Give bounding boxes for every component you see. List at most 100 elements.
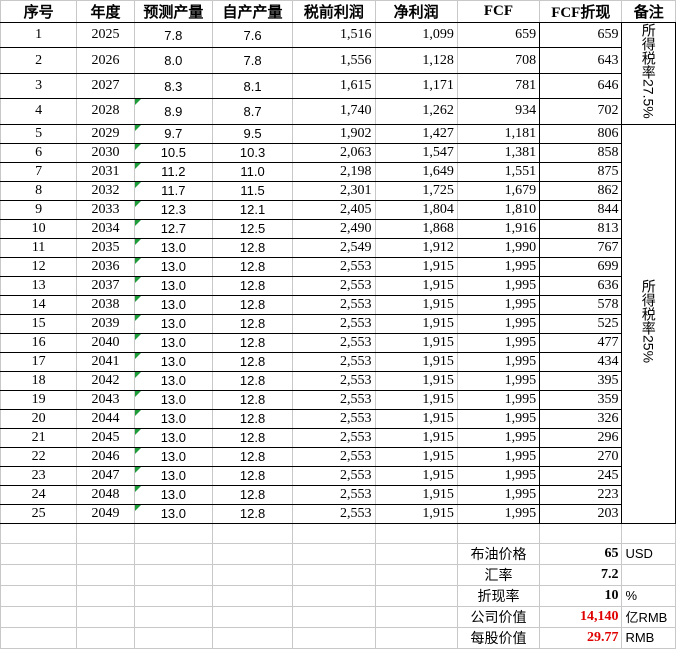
summary-value[interactable]: 10 — [539, 584, 623, 607]
cell-seq[interactable]: 3 — [0, 72, 78, 100]
cell-self-output[interactable]: 7.6 — [211, 21, 294, 49]
cell-fcf[interactable]: 1,181 — [456, 123, 541, 144]
cell-year[interactable]: 2042 — [76, 370, 135, 391]
empty-cell[interactable] — [0, 605, 78, 628]
cell-fcf[interactable]: 659 — [456, 21, 541, 49]
cell-self-output[interactable]: 12.8 — [211, 370, 294, 391]
cell-predicted-output[interactable]: 9.7 — [133, 123, 213, 144]
cell-net-profit[interactable]: 1,649 — [374, 161, 458, 182]
cell-fcf[interactable]: 1,995 — [456, 294, 541, 315]
cell-net-profit[interactable]: 1,725 — [374, 180, 458, 201]
cell-fcf-discounted[interactable]: 245 — [539, 465, 623, 486]
cell-year[interactable]: 2036 — [76, 256, 135, 277]
cell-fcf-discounted[interactable]: 359 — [539, 389, 623, 410]
cell-seq[interactable]: 16 — [0, 332, 78, 353]
cell-pretax-profit[interactable]: 2,549 — [292, 237, 376, 258]
cell-fcf[interactable]: 1,995 — [456, 313, 541, 334]
cell-pretax-profit[interactable]: 1,516 — [292, 21, 376, 49]
empty-cell[interactable] — [0, 563, 78, 586]
empty-cell[interactable] — [374, 542, 458, 565]
cell-predicted-output[interactable]: 13.0 — [133, 256, 213, 277]
cell-year[interactable]: 2043 — [76, 389, 135, 410]
cell-fcf[interactable]: 1,679 — [456, 180, 541, 201]
note-tax-rate-second[interactable]: 所得税率25% — [621, 123, 676, 524]
cell-year[interactable]: 2040 — [76, 332, 135, 353]
cell-seq[interactable]: 20 — [0, 408, 78, 429]
cell-self-output[interactable]: 12.8 — [211, 351, 294, 372]
empty-cell[interactable] — [374, 605, 458, 628]
cell-year[interactable]: 2037 — [76, 275, 135, 296]
cell-pretax-profit[interactable]: 1,740 — [292, 98, 376, 125]
empty-cell[interactable] — [76, 542, 135, 565]
cell-pretax-profit[interactable]: 2,553 — [292, 484, 376, 505]
cell-fcf[interactable]: 1,916 — [456, 218, 541, 239]
cell-fcf[interactable]: 1,995 — [456, 256, 541, 277]
cell-self-output[interactable]: 12.8 — [211, 446, 294, 467]
cell-net-profit[interactable]: 1,427 — [374, 123, 458, 144]
cell-year[interactable]: 2025 — [76, 21, 135, 49]
cell-pretax-profit[interactable]: 1,902 — [292, 123, 376, 144]
cell-fcf[interactable]: 1,551 — [456, 161, 541, 182]
cell-fcf[interactable]: 1,995 — [456, 332, 541, 353]
cell-predicted-output[interactable]: 13.0 — [133, 465, 213, 486]
empty-cell[interactable] — [292, 626, 376, 649]
cell-fcf-discounted[interactable]: 395 — [539, 370, 623, 391]
cell-pretax-profit[interactable]: 2,553 — [292, 256, 376, 277]
cell-self-output[interactable]: 12.8 — [211, 503, 294, 524]
empty-cell[interactable] — [133, 626, 213, 649]
cell-net-profit[interactable]: 1,804 — [374, 199, 458, 220]
cell-net-profit[interactable]: 1,915 — [374, 389, 458, 410]
cell-seq[interactable]: 9 — [0, 199, 78, 220]
summary-unit[interactable]: USD — [621, 542, 676, 565]
cell-fcf-discounted[interactable]: 659 — [539, 21, 623, 49]
cell-net-profit[interactable]: 1,171 — [374, 72, 458, 100]
cell-fcf[interactable]: 708 — [456, 47, 541, 74]
cell-fcf[interactable]: 781 — [456, 72, 541, 100]
cell-year[interactable]: 2047 — [76, 465, 135, 486]
cell-net-profit[interactable]: 1,915 — [374, 503, 458, 524]
cell-self-output[interactable]: 12.8 — [211, 408, 294, 429]
cell-fcf[interactable]: 1,995 — [456, 503, 541, 524]
cell-pretax-profit[interactable]: 2,553 — [292, 370, 376, 391]
cell-pretax-profit[interactable]: 2,553 — [292, 408, 376, 429]
cell-fcf[interactable]: 1,995 — [456, 465, 541, 486]
cell-seq[interactable]: 7 — [0, 161, 78, 182]
cell-pretax-profit[interactable]: 2,490 — [292, 218, 376, 239]
cell-pretax-profit[interactable]: 2,301 — [292, 180, 376, 201]
summary-unit[interactable] — [621, 563, 676, 586]
cell-predicted-output[interactable]: 11.7 — [133, 180, 213, 201]
cell-self-output[interactable]: 12.8 — [211, 332, 294, 353]
cell-seq[interactable]: 24 — [0, 484, 78, 505]
cell-fcf-discounted[interactable]: 477 — [539, 332, 623, 353]
header-pretax-profit[interactable]: 税前利润 — [292, 0, 376, 23]
cell-seq[interactable]: 14 — [0, 294, 78, 315]
empty-cell[interactable] — [621, 522, 676, 544]
cell-self-output[interactable]: 12.8 — [211, 484, 294, 505]
cell-net-profit[interactable]: 1,915 — [374, 427, 458, 448]
cell-self-output[interactable]: 12.8 — [211, 389, 294, 410]
cell-self-output[interactable]: 11.5 — [211, 180, 294, 201]
cell-fcf-discounted[interactable]: 702 — [539, 98, 623, 125]
cell-self-output[interactable]: 7.8 — [211, 47, 294, 74]
cell-fcf-discounted[interactable]: 643 — [539, 47, 623, 74]
cell-predicted-output[interactable]: 13.0 — [133, 408, 213, 429]
cell-seq[interactable]: 1 — [0, 21, 78, 49]
header-net-profit[interactable]: 净利润 — [374, 0, 458, 23]
cell-predicted-output[interactable]: 13.0 — [133, 484, 213, 505]
cell-predicted-output[interactable]: 8.0 — [133, 47, 213, 74]
empty-cell[interactable] — [211, 584, 294, 607]
empty-cell[interactable] — [0, 584, 78, 607]
cell-pretax-profit[interactable]: 2,405 — [292, 199, 376, 220]
summary-value[interactable]: 65 — [539, 542, 623, 565]
cell-self-output[interactable]: 10.3 — [211, 142, 294, 163]
cell-fcf[interactable]: 1,381 — [456, 142, 541, 163]
cell-fcf-discounted[interactable]: 646 — [539, 72, 623, 100]
cell-net-profit[interactable]: 1,915 — [374, 256, 458, 277]
cell-fcf-discounted[interactable]: 203 — [539, 503, 623, 524]
cell-year[interactable]: 2041 — [76, 351, 135, 372]
empty-cell[interactable] — [76, 563, 135, 586]
cell-seq[interactable]: 6 — [0, 142, 78, 163]
empty-cell[interactable] — [292, 584, 376, 607]
cell-fcf-discounted[interactable]: 844 — [539, 199, 623, 220]
cell-year[interactable]: 2031 — [76, 161, 135, 182]
